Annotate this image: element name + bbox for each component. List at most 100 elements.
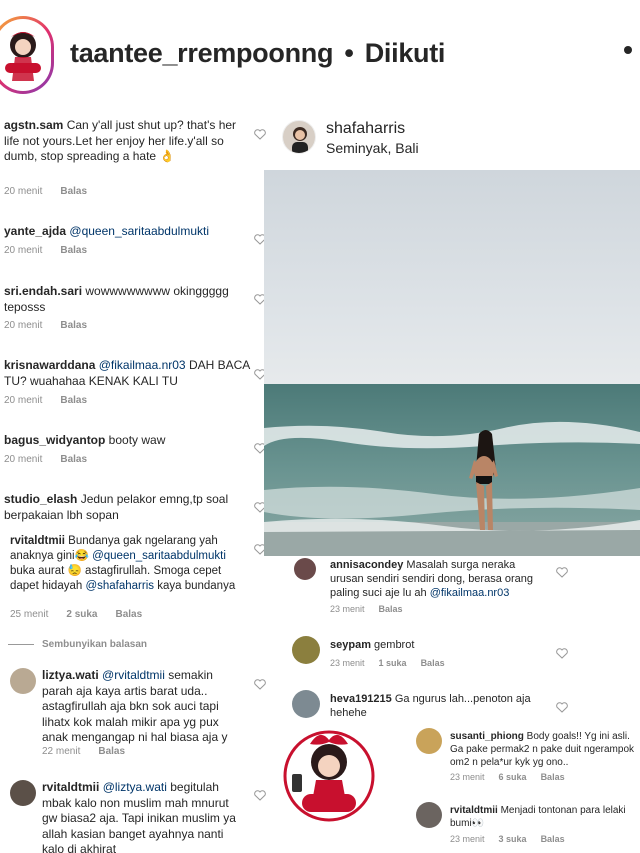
comment-item: studio_elash Jedun pelakor emng,tp soal …	[4, 492, 250, 523]
comment-item: bagus_widyantop booty waw	[4, 433, 250, 449]
post-location[interactable]: Seminyak, Bali	[326, 140, 419, 156]
reply-link[interactable]: Balas	[60, 454, 87, 465]
comment-item: agstn.sam Can y'all just shut up? that's…	[4, 118, 250, 165]
comment-user[interactable]: krisnawarddana	[4, 358, 95, 372]
comment-time: 20 menit	[4, 186, 43, 197]
comment-time: 20 menit	[4, 320, 43, 331]
comment-time: 20 menit	[4, 395, 43, 406]
follow-status[interactable]: Diikuti	[365, 38, 446, 68]
comment-meta: 20 menit Balas	[4, 320, 87, 331]
avatar[interactable]	[282, 120, 316, 154]
comment-mention[interactable]: @queen_saritaabdulmukti	[69, 224, 209, 238]
comment-item: sri.endah.sari wowwwwwwww okinggggg tepo…	[4, 284, 250, 315]
comment-mention[interactable]: @shafaharris	[85, 580, 154, 592]
post-panel: shafaharris Seminyak, Bali annisacondey …	[264, 112, 640, 853]
comment-meta: 20 menit Balas	[4, 245, 87, 256]
comment-user[interactable]: annisacondey	[330, 559, 403, 571]
avatar[interactable]	[416, 728, 442, 754]
comment-mention[interactable]: @rvitaldtmii	[102, 668, 165, 682]
comment-time: 20 menit	[4, 454, 43, 465]
post-photo[interactable]	[264, 170, 640, 556]
comment-time: 23 menit	[450, 772, 485, 782]
divider	[8, 644, 34, 645]
reply-link[interactable]: Balas	[98, 746, 125, 757]
post-username[interactable]: shafaharris	[326, 120, 405, 138]
comment-user[interactable]: rvitaldtmii	[450, 805, 498, 816]
comment-user[interactable]: yante_ajda	[4, 224, 66, 238]
comment-user[interactable]: agstn.sam	[4, 118, 63, 132]
heart-icon[interactable]	[556, 702, 568, 713]
avatar[interactable]	[294, 558, 316, 580]
comment-text: booty waw	[105, 433, 166, 447]
comment-user[interactable]: bagus_widyantop	[4, 433, 105, 447]
comment-mention[interactable]: @fikailmaa.nr03	[430, 587, 510, 599]
comment-user[interactable]: studio_elash	[4, 492, 77, 506]
reply-item: rvitaldtmii Menjadi tontonan para lelaki…	[450, 804, 636, 830]
reply-link[interactable]: Balas	[116, 609, 143, 620]
watermark-logo	[283, 730, 375, 822]
comment-time: 23 menit	[450, 834, 485, 844]
like-count[interactable]: 3 suka	[499, 834, 527, 844]
comment-user[interactable]: sri.endah.sari	[4, 284, 82, 298]
reply-link[interactable]: Balas	[60, 186, 87, 197]
comment-meta: 23 menit 1 suka Balas	[330, 658, 445, 668]
like-count[interactable]: 2 suka	[66, 609, 97, 620]
comment-user[interactable]: heva191215	[330, 693, 392, 705]
reply-link[interactable]: Balas	[60, 320, 87, 331]
comment-time: 20 menit	[4, 245, 43, 256]
comment-user[interactable]: susanti_phiong	[450, 731, 524, 742]
avatar[interactable]	[416, 802, 442, 828]
comment-user[interactable]: seypam	[330, 639, 371, 651]
comment-meta: 25 menit 2 suka Balas	[10, 609, 142, 620]
heart-icon[interactable]	[556, 648, 568, 659]
avatar[interactable]	[292, 690, 320, 718]
comment-time: 23 menit	[330, 658, 365, 668]
like-count[interactable]: 6 suka	[499, 772, 527, 782]
comment-time: 23 menit	[330, 604, 365, 614]
reply-item: rvitaldtmii @liztya.wati begitulah mbak …	[42, 780, 242, 853]
hide-replies-link[interactable]: Sembunyikan balasan	[42, 639, 147, 650]
reply-item: liztya.wati @rvitaldtmii semakin parah a…	[42, 668, 242, 746]
header-title: taantee_rrempoonng • Diikuti	[70, 38, 445, 69]
reply-link[interactable]: Balas	[379, 604, 403, 614]
profile-header: taantee_rrempoonng • Diikuti	[0, 0, 640, 112]
reply-link[interactable]: Balas	[60, 395, 87, 406]
comments-column: agstn.sam Can y'all just shut up? that's…	[0, 112, 268, 853]
comment-meta: 23 menit 3 suka Balas	[450, 834, 565, 844]
comment-mention[interactable]: @fikailmaa.nr03	[99, 358, 186, 372]
comment-item: heva191215 Ga ngurus lah...penoton aja h…	[330, 692, 544, 720]
avatar[interactable]	[10, 668, 36, 694]
tante-logo-icon	[5, 32, 41, 81]
comment-item: rvitaldtmii Bundanya gak ngelarang yah a…	[10, 534, 250, 594]
comment-user[interactable]: liztya.wati	[42, 668, 99, 682]
comment-item: krisnawarddana @fikailmaa.nr03 DAH BACA …	[4, 358, 250, 389]
like-count[interactable]: 1 suka	[379, 658, 407, 668]
comment-time: 25 menit	[10, 609, 49, 620]
comment-user[interactable]: rvitaldtmii	[42, 780, 99, 794]
header-username[interactable]: taantee_rrempoonng	[70, 38, 333, 68]
more-dots-icon[interactable]	[624, 46, 632, 54]
comment-meta: 20 menit Balas	[4, 454, 87, 465]
comment-text: kaya bundanya	[154, 580, 236, 592]
comment-meta: 23 menit Balas	[330, 604, 403, 614]
comment-mention[interactable]: @liztya.wati	[103, 780, 167, 794]
comment-mention[interactable]: @queen_saritaabdulmukti	[92, 550, 226, 562]
avatar[interactable]	[10, 780, 36, 806]
reply-link[interactable]: Balas	[541, 834, 565, 844]
comment-meta: 22 menit Balas	[42, 746, 125, 757]
reply-item: susanti_phiong Body goals!! Yg ini asli.…	[450, 730, 636, 769]
comment-time: 22 menit	[42, 746, 81, 757]
comment-user[interactable]: rvitaldtmii	[10, 535, 65, 547]
heart-icon[interactable]	[556, 567, 568, 578]
comment-meta: 23 menit 6 suka Balas	[450, 772, 565, 782]
header-separator: •	[344, 38, 354, 68]
comment-item: yante_ajda @queen_saritaabdulmukti	[4, 224, 250, 240]
reply-link[interactable]: Balas	[421, 658, 445, 668]
comment-item: annisacondey Masalah surga neraka urusan…	[330, 558, 542, 600]
avatar[interactable]	[292, 636, 320, 664]
story-avatar[interactable]	[0, 16, 54, 94]
reply-link[interactable]: Balas	[60, 245, 87, 256]
comment-meta: 20 menit Balas	[4, 395, 87, 406]
reply-link[interactable]: Balas	[541, 772, 565, 782]
comment-item: seypam gembrot	[330, 638, 542, 652]
